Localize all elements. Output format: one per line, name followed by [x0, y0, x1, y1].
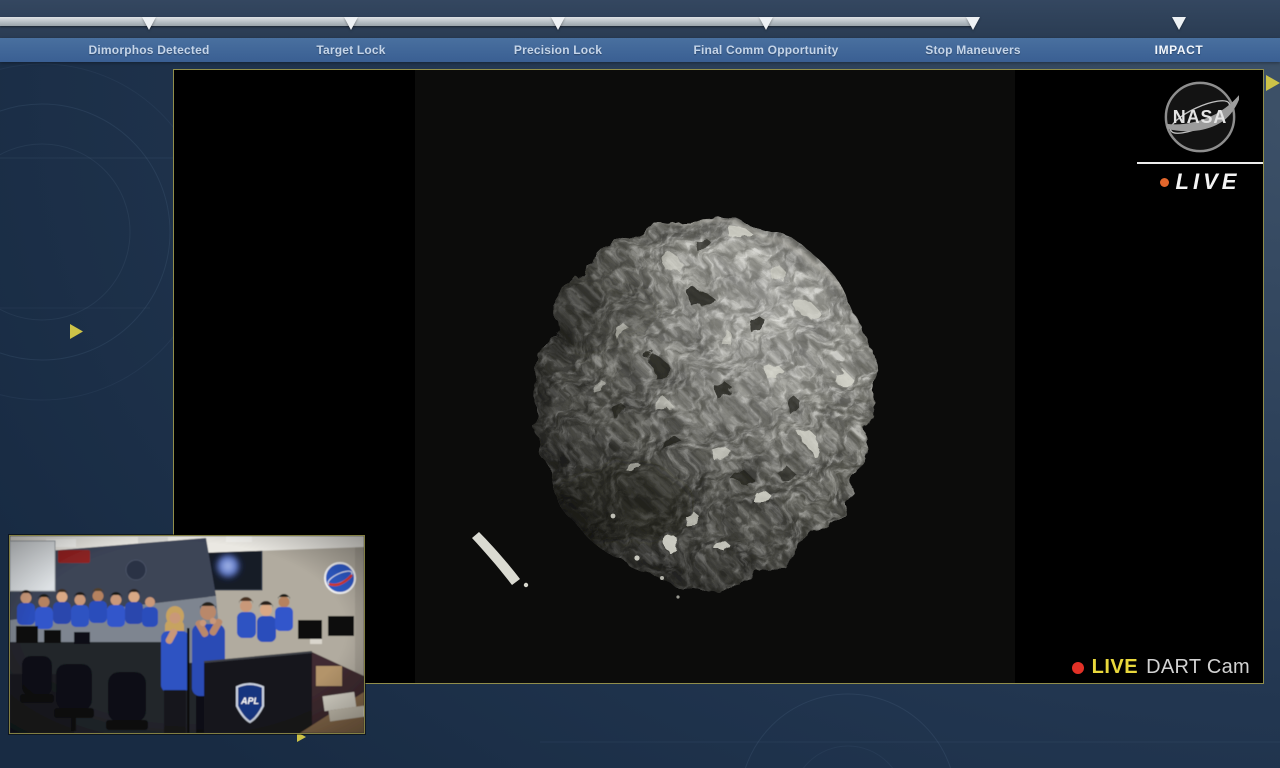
- asteroid-dimorphos: [415, 70, 1015, 683]
- milestone-triangle-icon: [551, 17, 565, 30]
- milestone-triangle-icon: [344, 17, 358, 30]
- nasa-wordmark: NASA: [1173, 106, 1228, 127]
- live-dot-icon: [1071, 661, 1084, 674]
- mission-timeline: Dimorphos Detected Target Lock Precision…: [0, 0, 1280, 62]
- broadcast-stage: Dimorphos Detected Target Lock Precision…: [0, 0, 1280, 768]
- live-dot-icon: [1159, 177, 1169, 187]
- milestone-label-stop-maneuvers: Stop Maneuvers: [925, 43, 1021, 57]
- milestone-label-impact: IMPACT: [1154, 43, 1204, 57]
- camera-status-bar: LIVE DART Cam: [1071, 656, 1250, 679]
- milestone-label-final-comm: Final Comm Opportunity: [693, 43, 839, 57]
- nasa-meatball-icon: NASA: [1164, 81, 1239, 153]
- mission-control-scene: APL: [10, 536, 364, 733]
- milestone-label-dimorphos-detected: Dimorphos Detected: [88, 43, 210, 57]
- nasa-live-watermark: NASA LIVE: [1137, 78, 1263, 195]
- milestone-triangle-icon: [966, 17, 980, 30]
- milestone-label-target-lock: Target Lock: [316, 43, 386, 57]
- milestone-triangle-icon: [142, 17, 156, 30]
- milestone-label-precision-lock: Precision Lock: [513, 43, 603, 57]
- status-camera-name: DART Cam: [1146, 656, 1250, 678]
- milestone-triangle-icon: [1172, 17, 1186, 30]
- draco-cam-view: [415, 70, 1015, 683]
- milestone-triangle-icon: [759, 17, 773, 30]
- watermark-divider: [1137, 162, 1263, 164]
- live-badge: LIVE: [1175, 169, 1241, 194]
- status-live-label: LIVE: [1091, 656, 1139, 678]
- mission-control-pip: APL: [9, 535, 365, 734]
